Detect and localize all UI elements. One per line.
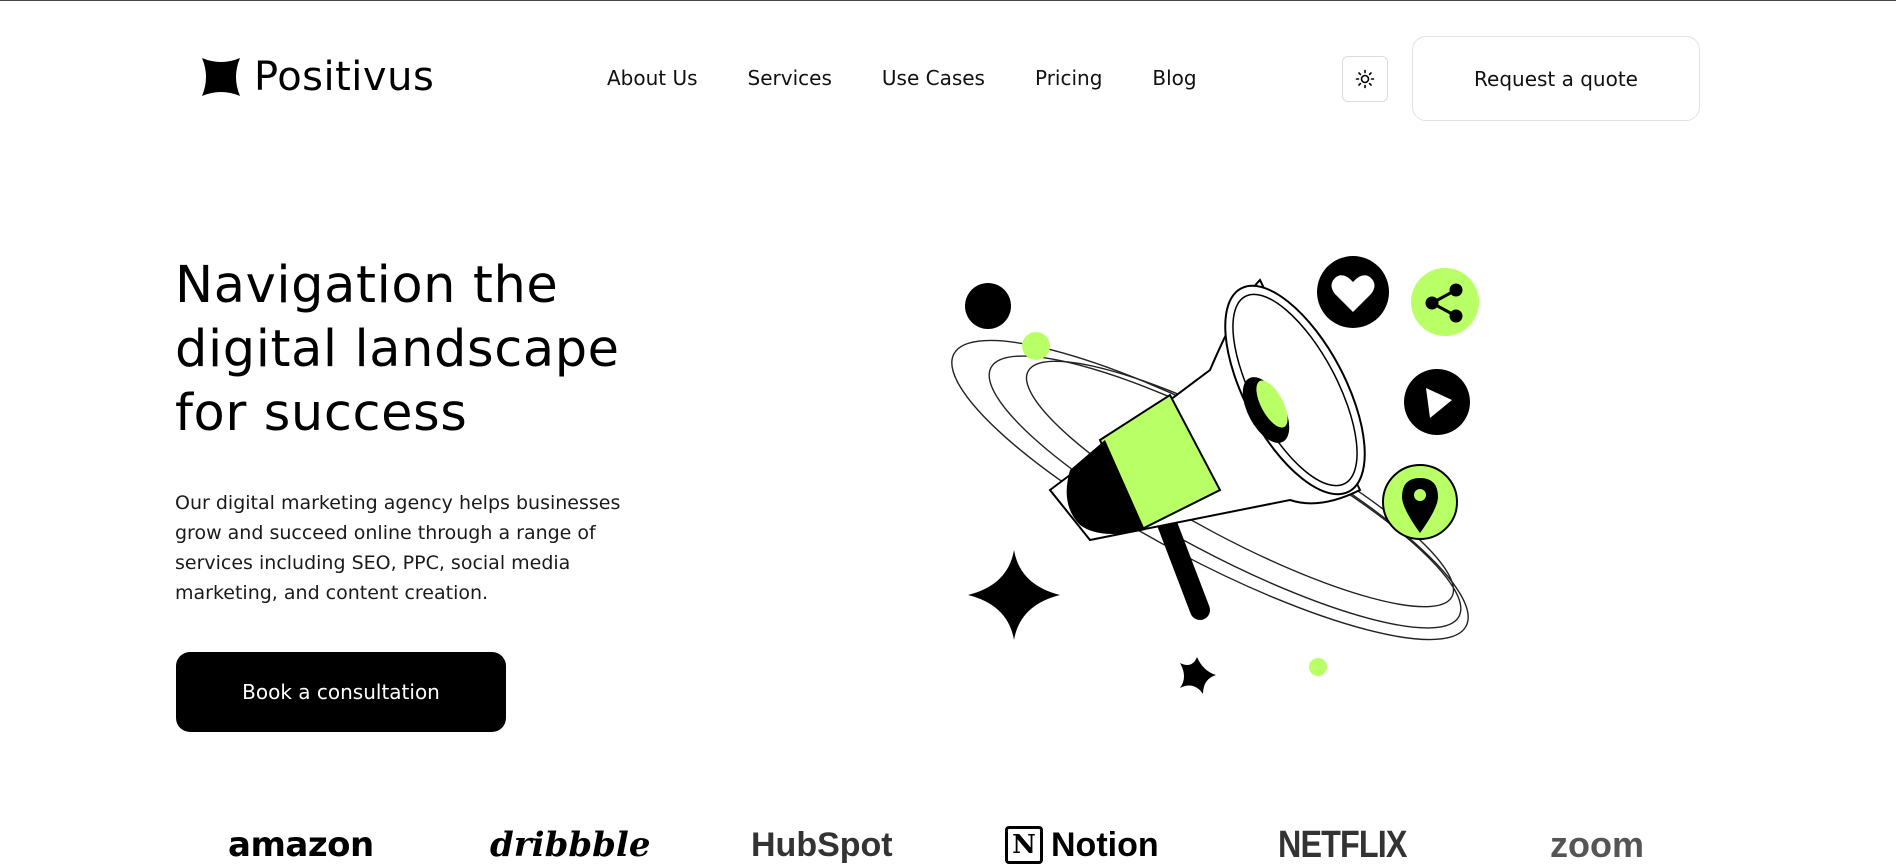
top-border [0,0,1896,1]
main-nav: About Us Services Use Cases Pricing Blog [607,66,1197,90]
hero-description: Our digital marketing agency helps busin… [175,492,621,604]
logo-star-icon [202,58,240,96]
hero-title-line: digital landscape [175,320,620,379]
black-dot [965,283,1011,329]
green-dot [1022,332,1050,360]
megaphone-illustration [951,256,1479,694]
brand-logo-dribbble: dribbble [490,825,651,865]
nav-services[interactable]: Services [748,66,832,90]
theme-toggle-button[interactable] [1342,56,1388,102]
heart-icon [1317,256,1389,328]
brand-logo-netflix: NETFLIX [1278,823,1407,866]
nav-about-us[interactable]: About Us [607,66,698,90]
brand-name: Positivus [254,54,435,100]
green-dot-small [1309,658,1327,676]
nav-blog[interactable]: Blog [1152,66,1196,90]
hero-title: Navigation the digital landscape for suc… [175,254,675,446]
small-sparkle-icon [1180,657,1216,694]
brand-logo-notion: N Notion [1005,820,1159,867]
nav-pricing[interactable]: Pricing [1035,66,1102,90]
nav-use-cases[interactable]: Use Cases [882,66,985,90]
brand-logo[interactable]: Positivus [200,56,434,98]
sun-icon [1355,69,1375,89]
book-consultation-button[interactable]: Book a consultation [176,652,506,732]
hero-title-line: Navigation the [175,256,559,315]
request-quote-button[interactable]: Request a quote [1412,36,1700,121]
brand-logo-hubspot: HubSpot [751,825,893,864]
location-pin-icon [1382,464,1458,540]
play-icon [1404,369,1470,435]
brand-logo-zoom: zoom [1550,824,1644,865]
notion-n-icon: N [1005,826,1043,864]
sparkle-star-icon [968,550,1060,640]
share-icon [1411,268,1479,336]
brand-logo-notion-text: Notion [1051,825,1159,864]
hero-title-line: for success [175,384,468,443]
brand-logo-amazon: amazon [228,825,374,865]
